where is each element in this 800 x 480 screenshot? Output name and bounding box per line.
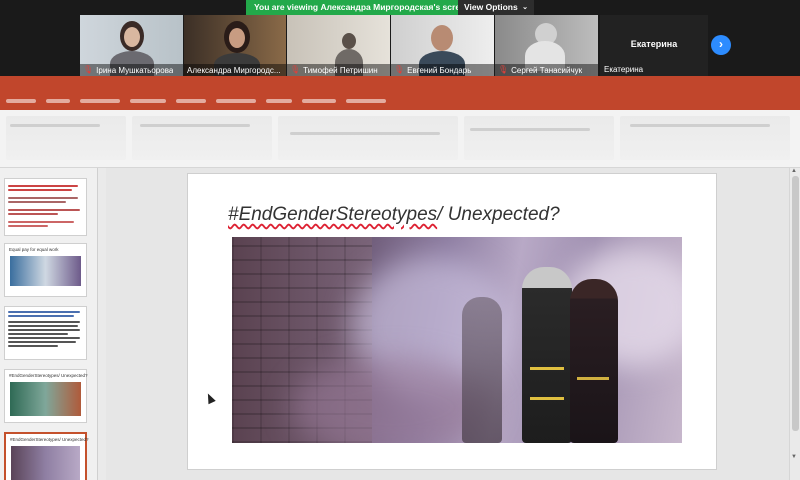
participant-tile[interactable]: 🎙 Евгений Бондарь xyxy=(391,15,494,76)
participant-name: Ірина Мушкатьорова xyxy=(96,65,174,75)
scroll-down-icon[interactable]: ▼ xyxy=(791,454,797,460)
slide-thumbnail[interactable]: #EndGenderStereotypes/ Unexpected? xyxy=(4,369,88,423)
slide-title[interactable]: #EndGenderStereotypes/ Unexpected? xyxy=(228,204,560,226)
thumbnail-title: #EndGenderStereotypes/ Unexpected? xyxy=(10,437,89,442)
participant-name: Евгений Бондарь xyxy=(407,65,472,75)
view-options-label: View Options xyxy=(464,2,518,12)
thumbnail-title: Equal pay for equal work xyxy=(9,247,59,252)
next-participants-arrow-icon[interactable]: › xyxy=(711,35,731,55)
participant-name: Тимофей Петришин xyxy=(303,65,378,75)
muted-mic-icon: 🎙 xyxy=(498,65,509,74)
scrollbar-thumb[interactable] xyxy=(792,176,799,431)
slide-title-hashtag: #EndGenderStereotypes xyxy=(228,204,438,225)
participant-tile[interactable]: 🎙 Сергей Танасийчук xyxy=(495,15,598,76)
slide-title-rest: / Unexpected? xyxy=(437,204,560,225)
muted-mic-icon: 🎙 xyxy=(83,65,94,74)
participant-name: Екатерина xyxy=(604,65,644,74)
participant-display-name: Екатерина xyxy=(630,39,678,49)
zoom-window: You are viewing Александра Миргородская'… xyxy=(0,0,800,480)
participant-tile[interactable]: 🎙 Тимофей Петришин xyxy=(287,15,390,76)
slide-thumbnail-pane: Equal pay for equal work #EndGenderStere… xyxy=(0,168,98,480)
participant-name: Александра Миргородс... xyxy=(187,65,281,75)
screen-share-banner: You are viewing Александра Миргородская'… xyxy=(246,0,534,15)
viewing-screen-label: You are viewing Александра Миргородская'… xyxy=(246,0,470,15)
thumbnail-scrollbar[interactable] xyxy=(98,168,106,480)
firefighter-figure xyxy=(570,279,618,443)
participant-tile[interactable]: 🎙 Ірина Мушкатьорова xyxy=(80,15,183,76)
view-options-button[interactable]: View Options ⌄ xyxy=(458,0,534,15)
slide-scrollbar[interactable]: ▲ ▼ xyxy=(789,168,800,480)
ppt-title-bar xyxy=(0,76,800,110)
firefighter-figure xyxy=(522,267,572,443)
participant-tile-no-video[interactable]: Екатерина Екатерина xyxy=(600,15,708,76)
muted-mic-icon: 🎙 xyxy=(290,65,301,74)
participant-strip: 🎙 Ірина Мушкатьорова Александра Миргород… xyxy=(0,15,800,76)
scroll-up-icon[interactable]: ▲ xyxy=(791,168,797,174)
firefighters-photo[interactable] xyxy=(232,237,682,443)
slide-thumbnail[interactable] xyxy=(4,306,87,360)
participant-name: Сергей Танасийчук xyxy=(511,65,583,75)
slide-canvas[interactable]: #EndGenderStereotypes/ Unexpected? xyxy=(187,173,717,470)
slide-thumbnail-selected[interactable]: #EndGenderStereotypes/ Unexpected? xyxy=(4,432,89,480)
chevron-down-icon: ⌄ xyxy=(522,4,528,11)
thumbnail-title: #EndGenderStereotypes/ Unexpected? xyxy=(9,373,88,378)
muted-mic-icon: 🎙 xyxy=(394,65,405,74)
slide-thumbnail[interactable] xyxy=(4,178,87,236)
ppt-ribbon xyxy=(0,110,800,168)
firefighter-figure xyxy=(462,297,502,443)
slide-thumbnail[interactable]: Equal pay for equal work xyxy=(4,243,87,297)
participant-tile-active-speaker[interactable]: Александра Миргородс... xyxy=(184,15,286,76)
